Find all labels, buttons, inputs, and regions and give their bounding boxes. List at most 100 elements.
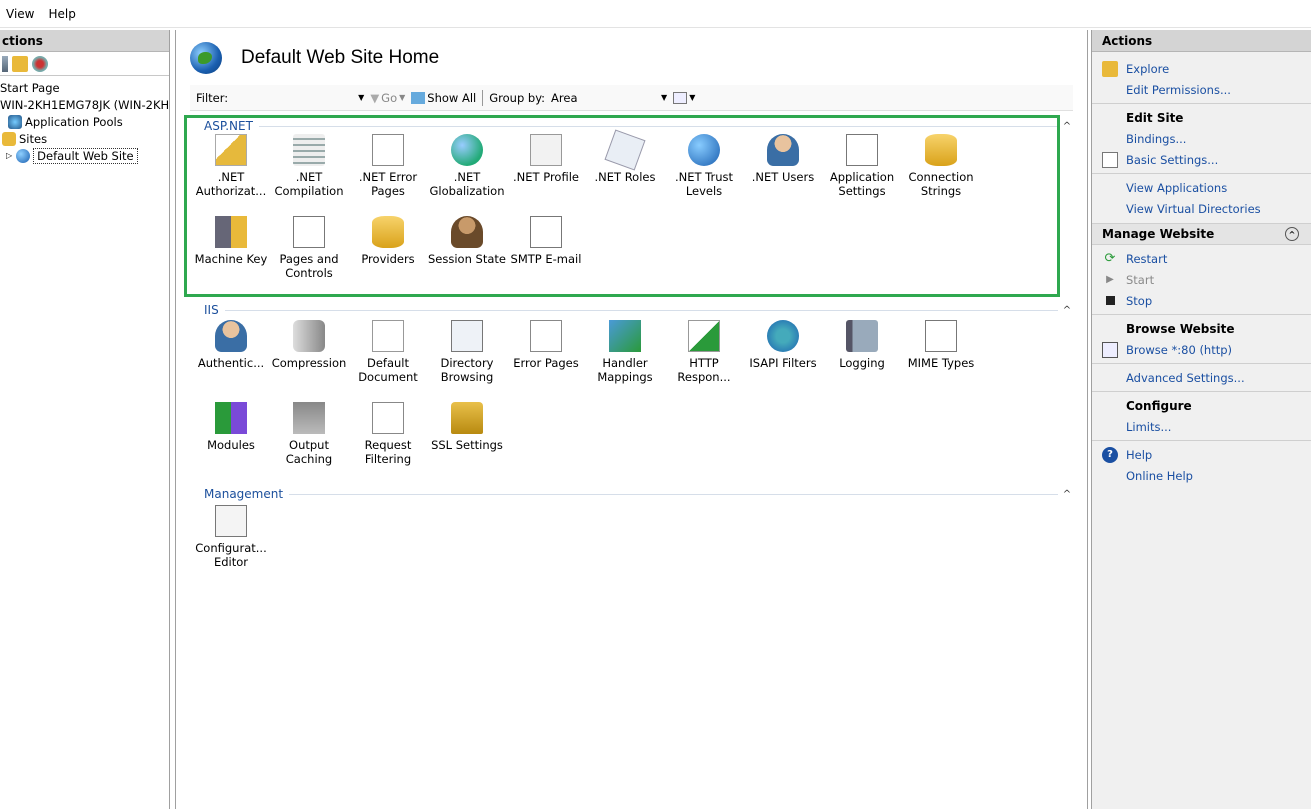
feature-label-line2: Controls	[285, 266, 333, 280]
feature-tile[interactable]: .NET Roles	[586, 129, 664, 204]
show-all-button[interactable]: Show All	[411, 91, 476, 105]
feature-tile[interactable]: Session State	[428, 216, 506, 286]
divider	[1092, 363, 1311, 364]
feature-tile[interactable]: .NET Compilation	[270, 134, 348, 204]
feature-label-line1: HTTP	[689, 356, 719, 370]
collapse-caret-icon[interactable]: ^	[1058, 121, 1076, 132]
feature-tile[interactable]: Modules	[192, 402, 270, 472]
tree-sites-label: Sites	[19, 131, 48, 146]
action-limits[interactable]: Limits...	[1092, 416, 1311, 437]
feature-tile[interactable]: Request Filtering	[349, 402, 427, 472]
tree-start-page[interactable]: Start Page	[0, 79, 169, 96]
feature-tile[interactable]: Machine Key	[192, 216, 270, 286]
action-edit-permissions[interactable]: Edit Permissions...	[1092, 79, 1311, 100]
feature-label-line2: Caching	[285, 452, 333, 466]
up-folder-icon[interactable]	[12, 55, 28, 72]
feature-label-line1: Default	[366, 356, 410, 370]
collapse-section-icon[interactable]: ^	[1285, 227, 1299, 241]
feature-label-line1: .NET Roles	[594, 170, 656, 184]
collapse-caret-icon[interactable]: ^	[1058, 489, 1076, 500]
menu-help[interactable]: Help	[48, 7, 75, 21]
group-by-dropdown-icon[interactable]: ▼	[661, 93, 667, 102]
feature-tile[interactable]: Output Caching	[270, 402, 348, 472]
feature-tile[interactable]: .NET Users	[744, 134, 822, 204]
feature-tile[interactable]: .NET Error Pages	[349, 134, 427, 204]
feature-tile[interactable]: .NET Profile	[507, 134, 585, 204]
feature-tile[interactable]: SSL Settings	[428, 402, 506, 472]
session-user-icon	[451, 216, 483, 248]
tree-application-pools[interactable]: Application Pools	[0, 113, 169, 130]
connection-db-icon	[925, 134, 957, 166]
manage-website-heading: Manage Website	[1102, 227, 1215, 241]
feature-tile[interactable]: Pages and Controls	[270, 216, 348, 286]
go-button[interactable]: ▼ Go ▼	[370, 91, 405, 105]
menu-view[interactable]: View	[6, 7, 34, 21]
save-connection-icon[interactable]	[2, 55, 8, 72]
tree-server[interactable]: WIN-2KH1EMG78JK (WIN-2KH	[0, 96, 169, 113]
restart-icon: ⟳	[1104, 250, 1116, 266]
feature-label-line1: .NET Trust	[674, 170, 734, 184]
configuration-editor-icon	[215, 505, 247, 537]
action-help[interactable]: ? Help	[1092, 444, 1311, 465]
action-stop[interactable]: Stop	[1092, 290, 1311, 311]
group-by-value: Area	[551, 90, 578, 105]
manage-website-section[interactable]: Manage Website ^	[1092, 223, 1311, 245]
filter-dropdown-icon[interactable]: ▼	[358, 93, 364, 102]
funnel-icon: ▼	[370, 90, 380, 105]
action-browse-80[interactable]: Browse *:80 (http)	[1092, 339, 1311, 360]
collapse-caret-icon[interactable]: ^	[1058, 305, 1076, 316]
feature-tile[interactable]: SMTP E-mail	[507, 216, 585, 286]
feature-tile[interactable]: Application Settings	[823, 134, 901, 204]
feature-label-line2: Respon...	[677, 370, 731, 384]
feature-tile[interactable]: Error Pages	[507, 320, 585, 390]
action-explore[interactable]: Explore	[1092, 58, 1311, 79]
feature-tile[interactable]: .NET Authorizat...	[192, 134, 270, 204]
action-basic-settings[interactable]: Basic Settings...	[1092, 149, 1311, 170]
feature-tile[interactable]: Compression	[270, 320, 348, 390]
expand-arrow-icon[interactable]: ▷	[6, 151, 12, 160]
sites-folder-icon	[2, 131, 16, 146]
group-header-aspnet[interactable]: ASP.NET ^	[204, 119, 1076, 133]
action-start[interactable]: ▶ Start	[1092, 269, 1311, 290]
feature-label-line1: Connection	[908, 170, 974, 184]
feature-tile[interactable]: Directory Browsing	[428, 320, 506, 390]
filter-input[interactable]	[234, 88, 357, 107]
feature-label-line1: Output	[289, 438, 329, 452]
feature-tile[interactable]: Providers	[349, 216, 427, 286]
group-name-aspnet: ASP.NET	[204, 119, 253, 133]
feature-tile[interactable]: HTTP Respon...	[665, 320, 743, 390]
action-view-applications[interactable]: View Applications	[1092, 177, 1311, 198]
tree-start-page-label: Start Page	[0, 80, 60, 95]
feature-tile[interactable]: Logging	[823, 320, 901, 390]
group-by-select[interactable]: Area	[551, 91, 659, 105]
app-pool-icon	[8, 114, 22, 129]
feature-tile[interactable]: .NET Globalization	[428, 134, 506, 204]
feature-tile[interactable]: ISAPI Filters	[744, 320, 822, 390]
feature-tile[interactable]: Configurat... Editor	[192, 505, 270, 575]
feature-tile[interactable]: Handler Mappings	[586, 320, 664, 390]
connect-icon[interactable]	[32, 55, 48, 72]
browse-icon	[1102, 341, 1118, 358]
ssl-lock-icon	[451, 402, 483, 434]
tree-default-web-site[interactable]: ▷ Default Web Site	[0, 147, 169, 164]
group-header-management[interactable]: Management ^	[204, 487, 1076, 501]
feature-label-line1: .NET Profile	[513, 170, 579, 184]
view-mode-button[interactable]: ▼	[673, 91, 695, 104]
profile-page-icon	[530, 134, 562, 166]
action-restart[interactable]: ⟳ Restart	[1092, 248, 1311, 269]
action-advanced-settings[interactable]: Advanced Settings...	[1092, 367, 1311, 388]
view-virtual-dirs-label: View Virtual Directories	[1126, 201, 1261, 216]
globe-stand-icon	[451, 134, 483, 166]
feature-tile[interactable]: Default Document	[349, 320, 427, 390]
feature-tile[interactable]: Authentic...	[192, 320, 270, 390]
feature-tile[interactable]: MIME Types	[902, 320, 980, 390]
tree-sites[interactable]: Sites	[0, 130, 169, 147]
feature-tile[interactable]: Connection Strings	[902, 134, 980, 204]
action-bindings[interactable]: Bindings...	[1092, 128, 1311, 149]
action-online-help[interactable]: Online Help	[1092, 465, 1311, 486]
feature-label-line1: .NET	[453, 170, 481, 184]
feature-tile[interactable]: .NET Trust Levels	[665, 134, 743, 204]
group-header-iis[interactable]: IIS ^	[204, 303, 1076, 317]
group-divider	[258, 125, 1058, 127]
action-view-virtual-directories[interactable]: View Virtual Directories	[1092, 198, 1311, 219]
